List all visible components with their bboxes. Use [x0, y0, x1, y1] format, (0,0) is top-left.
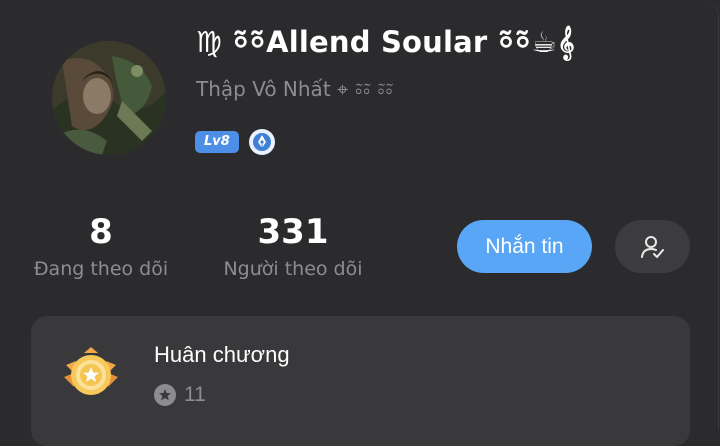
star-icon [154, 384, 176, 406]
following-label: Đang theo dõi [33, 258, 169, 280]
user-check-icon [640, 235, 664, 258]
following-count: 8 [89, 212, 113, 252]
medal-card[interactable]: Huân chương 11 [31, 316, 690, 446]
following-stat[interactable]: 8 Đang theo dõi [30, 212, 172, 280]
badge-row: Lv8 [195, 129, 275, 155]
profile-subtitle: Thập Vô Nhất ⌖ ⸰̃⸰̃ ⸰̃⸰̃ [196, 77, 393, 101]
pen-nib-icon[interactable] [248, 129, 275, 155]
medal-title: Huân chương [154, 342, 290, 367]
medal-count-row: 11 [154, 383, 206, 407]
level-badge[interactable]: Lv8 [195, 131, 239, 153]
follow-status-button[interactable] [615, 220, 690, 273]
avatar[interactable] [52, 41, 166, 155]
display-name: ♍ ⸰̃⸰̃Allend Soular ⸰̃⸰̃☕𝄞 [196, 25, 575, 59]
medal-icon [60, 343, 122, 405]
followers-label: Người theo dõi [223, 258, 363, 280]
followers-stat[interactable]: 331 Người theo dõi [216, 212, 370, 280]
medal-count: 11 [184, 383, 206, 406]
message-button[interactable]: Nhắn tin [457, 220, 592, 273]
profile-panel: ♍ ⸰̃⸰̃Allend Soular ⸰̃⸰̃☕𝄞 Thập Vô Nhất … [0, 0, 719, 446]
followers-count: 331 [257, 212, 329, 252]
avatar-image [52, 41, 166, 155]
